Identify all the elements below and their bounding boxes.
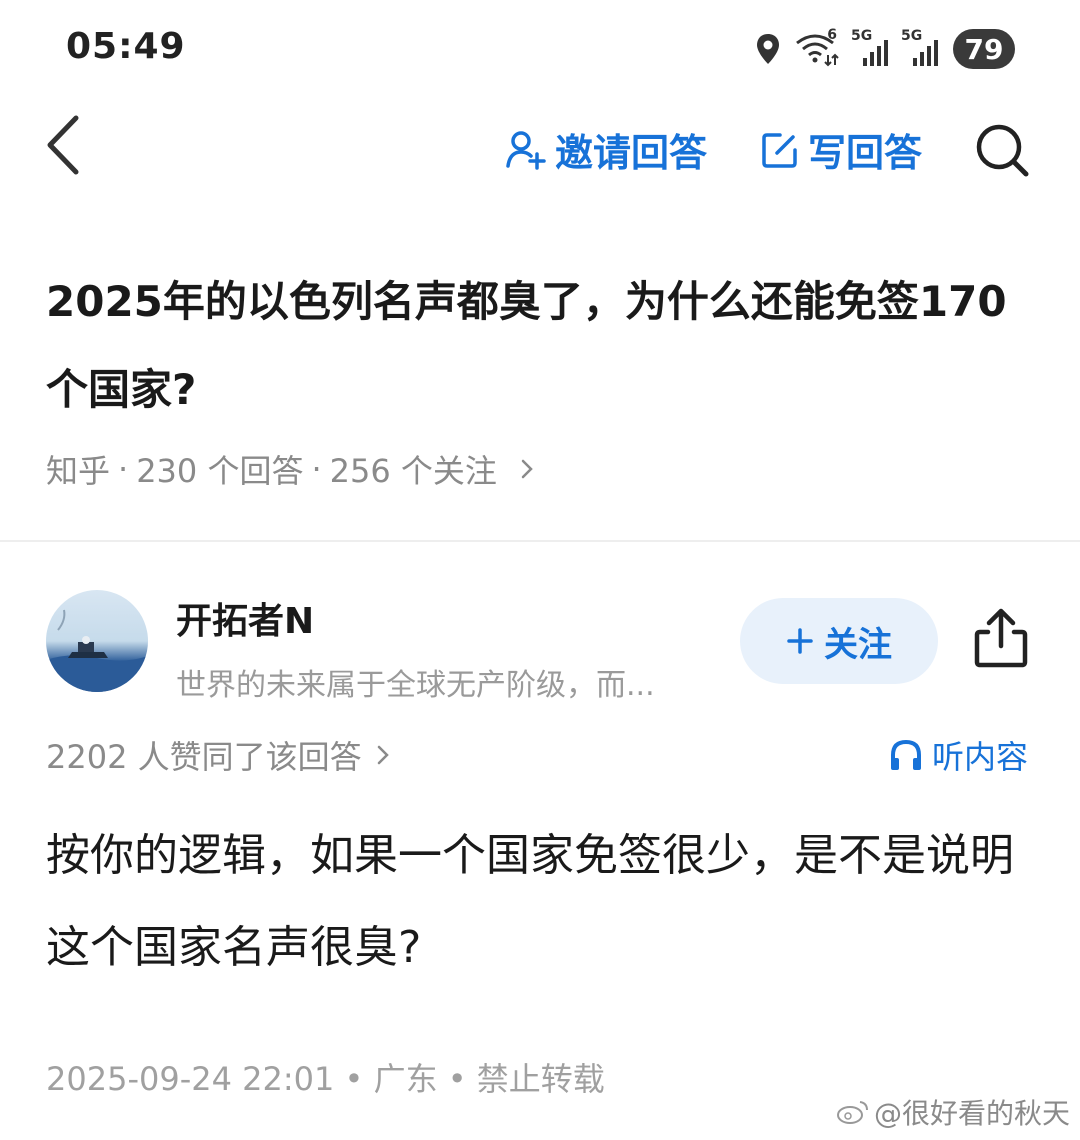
location-icon xyxy=(757,34,779,64)
edit-icon xyxy=(762,132,797,168)
back-icon[interactable] xyxy=(38,110,98,180)
watermark-text: @很好看的秋天 xyxy=(874,1097,1071,1130)
question-answers-count: 230 个回答 xyxy=(136,452,304,490)
answer-footer-meta: 2025-09-24 22:01 • 广东 • 禁止转载 xyxy=(46,1060,605,1098)
avatar[interactable] xyxy=(46,590,148,692)
answer-content[interactable]: 按你的逻辑，如果一个国家免签很少，是不是说明这个国家名声很臭? xyxy=(46,810,1036,994)
divider xyxy=(0,540,1080,542)
likes-summary[interactable]: 2202 人赞同了该回答 xyxy=(46,732,394,778)
follow-label: 关注 xyxy=(824,624,892,665)
question-title[interactable]: 2025年的以色列名声都臭了，为什么还能免签170个国家? xyxy=(46,258,1036,434)
headphones-icon xyxy=(891,739,921,770)
invite-user-icon xyxy=(506,130,546,170)
likes-text: 2202 人赞同了该回答 xyxy=(46,738,362,776)
battery-indicator: 79 xyxy=(953,29,1015,69)
weibo-logo-icon xyxy=(837,1101,868,1124)
signal-2-icon: 5G xyxy=(901,28,939,66)
meta-separator: · xyxy=(311,450,322,488)
wifi-icon: 6 xyxy=(795,27,839,67)
watermark: @很好看的秋天 xyxy=(836,1092,1070,1132)
author-name[interactable]: 开拓者N xyxy=(176,592,314,644)
invite-answer-label: 邀请回答 xyxy=(555,131,708,175)
search-icon[interactable] xyxy=(972,120,1032,180)
listen-label: 听内容 xyxy=(932,738,1029,776)
chevron-right-icon xyxy=(377,745,389,765)
chevron-right-icon xyxy=(521,459,533,479)
plus-icon xyxy=(787,628,813,654)
question-followers-count: 256 个关注 xyxy=(329,452,497,490)
network-2-label: 5G xyxy=(901,28,923,44)
wifi-badge: 6 xyxy=(827,27,837,43)
meta-separator: · xyxy=(118,450,129,488)
author-bio: 世界的未来属于全球无产阶级，而... xyxy=(176,668,655,703)
write-answer-label: 写回答 xyxy=(808,131,923,175)
share-icon[interactable] xyxy=(972,606,1030,670)
write-answer-button[interactable]: 写回答 xyxy=(760,122,922,177)
signal-1-icon: 5G xyxy=(851,28,889,66)
listen-button[interactable]: 听内容 xyxy=(888,732,1028,778)
network-1-label: 5G xyxy=(851,28,873,44)
status-icons: 6 5G 5G 79 xyxy=(755,27,1015,70)
question-meta[interactable]: 知乎 · 230 个回答 · 256 个关注 xyxy=(46,446,539,492)
follow-button[interactable]: 关注 xyxy=(740,598,938,684)
status-time: 05:49 xyxy=(66,26,186,67)
invite-answer-button[interactable]: 邀请回答 xyxy=(505,122,707,177)
question-source: 知乎 xyxy=(46,452,111,490)
